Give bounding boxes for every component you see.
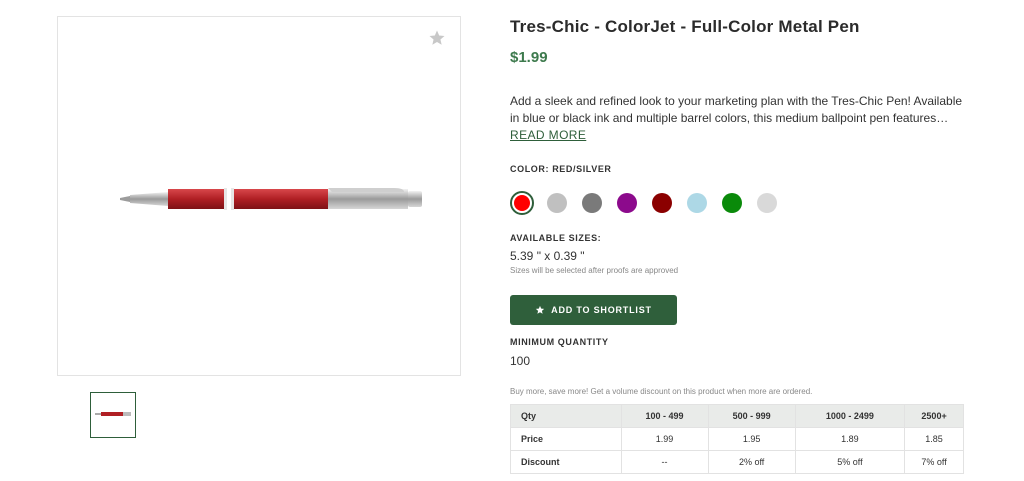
add-to-shortlist-label: ADD TO SHORTLIST <box>551 305 652 315</box>
color-swatch-light-gray[interactable] <box>547 193 567 213</box>
color-label: COLOR: RED/SILVER <box>510 164 612 174</box>
table-header: 500 - 999 <box>707 404 796 428</box>
star-icon <box>536 305 545 314</box>
table-header: 100 - 499 <box>620 404 709 428</box>
color-swatch-silver[interactable] <box>757 193 777 213</box>
favorite-star-icon[interactable] <box>428 29 446 47</box>
product-description: Add a sleek and refined look to your mar… <box>510 94 963 125</box>
product-title: Tres-Chic - ColorJet - Full-Color Metal … <box>510 17 860 36</box>
product-image-panel <box>57 16 461 376</box>
table-header: 2500+ <box>904 404 964 428</box>
bulk-discount-note: Buy more, save more! Get a volume discou… <box>510 387 813 396</box>
pricing-table: Qty 100 - 499 500 - 999 1000 - 2499 2500… <box>510 404 964 474</box>
color-swatch-dark-gray[interactable] <box>582 193 602 213</box>
table-row: Discount -- 2% off 5% off 7% off <box>510 450 964 474</box>
color-swatch-red[interactable] <box>510 191 534 215</box>
table-cell: 1.99 <box>620 427 709 451</box>
add-to-shortlist-button[interactable]: ADD TO SHORTLIST <box>510 295 677 325</box>
minimum-quantity-value: 100 <box>510 354 531 368</box>
pen-image <box>120 188 422 210</box>
read-more-link[interactable]: READ MORE <box>510 128 586 142</box>
table-row: Price 1.99 1.95 1.89 1.85 <box>510 427 964 451</box>
table-cell: 2% off <box>707 450 796 474</box>
size-value: 5.39 " x 0.39 " <box>510 249 585 263</box>
table-cell: -- <box>620 450 709 474</box>
color-swatch-light-blue[interactable] <box>687 193 707 213</box>
row-label: Price <box>510 427 622 451</box>
table-header: Qty <box>510 404 622 428</box>
table-header: 1000 - 2499 <box>794 404 906 428</box>
table-cell: 1.95 <box>707 427 796 451</box>
table-cell: 1.85 <box>904 427 964 451</box>
product-price: $1.99 <box>510 49 548 66</box>
pricing-header-row: Qty 100 - 499 500 - 999 1000 - 2499 2500… <box>510 404 964 428</box>
color-swatch-maroon[interactable] <box>652 193 672 213</box>
color-swatch-green[interactable] <box>722 193 742 213</box>
size-note: Sizes will be selected after proofs are … <box>510 266 679 275</box>
minimum-quantity-label: MINIMUM QUANTITY <box>510 337 609 347</box>
thumbnail-image[interactable] <box>90 392 136 438</box>
sizes-label: AVAILABLE SIZES: <box>510 233 602 243</box>
table-cell: 5% off <box>794 450 906 474</box>
table-cell: 1.89 <box>794 427 906 451</box>
row-label: Discount <box>510 450 622 474</box>
table-cell: 7% off <box>904 450 964 474</box>
color-swatch-purple[interactable] <box>617 193 637 213</box>
